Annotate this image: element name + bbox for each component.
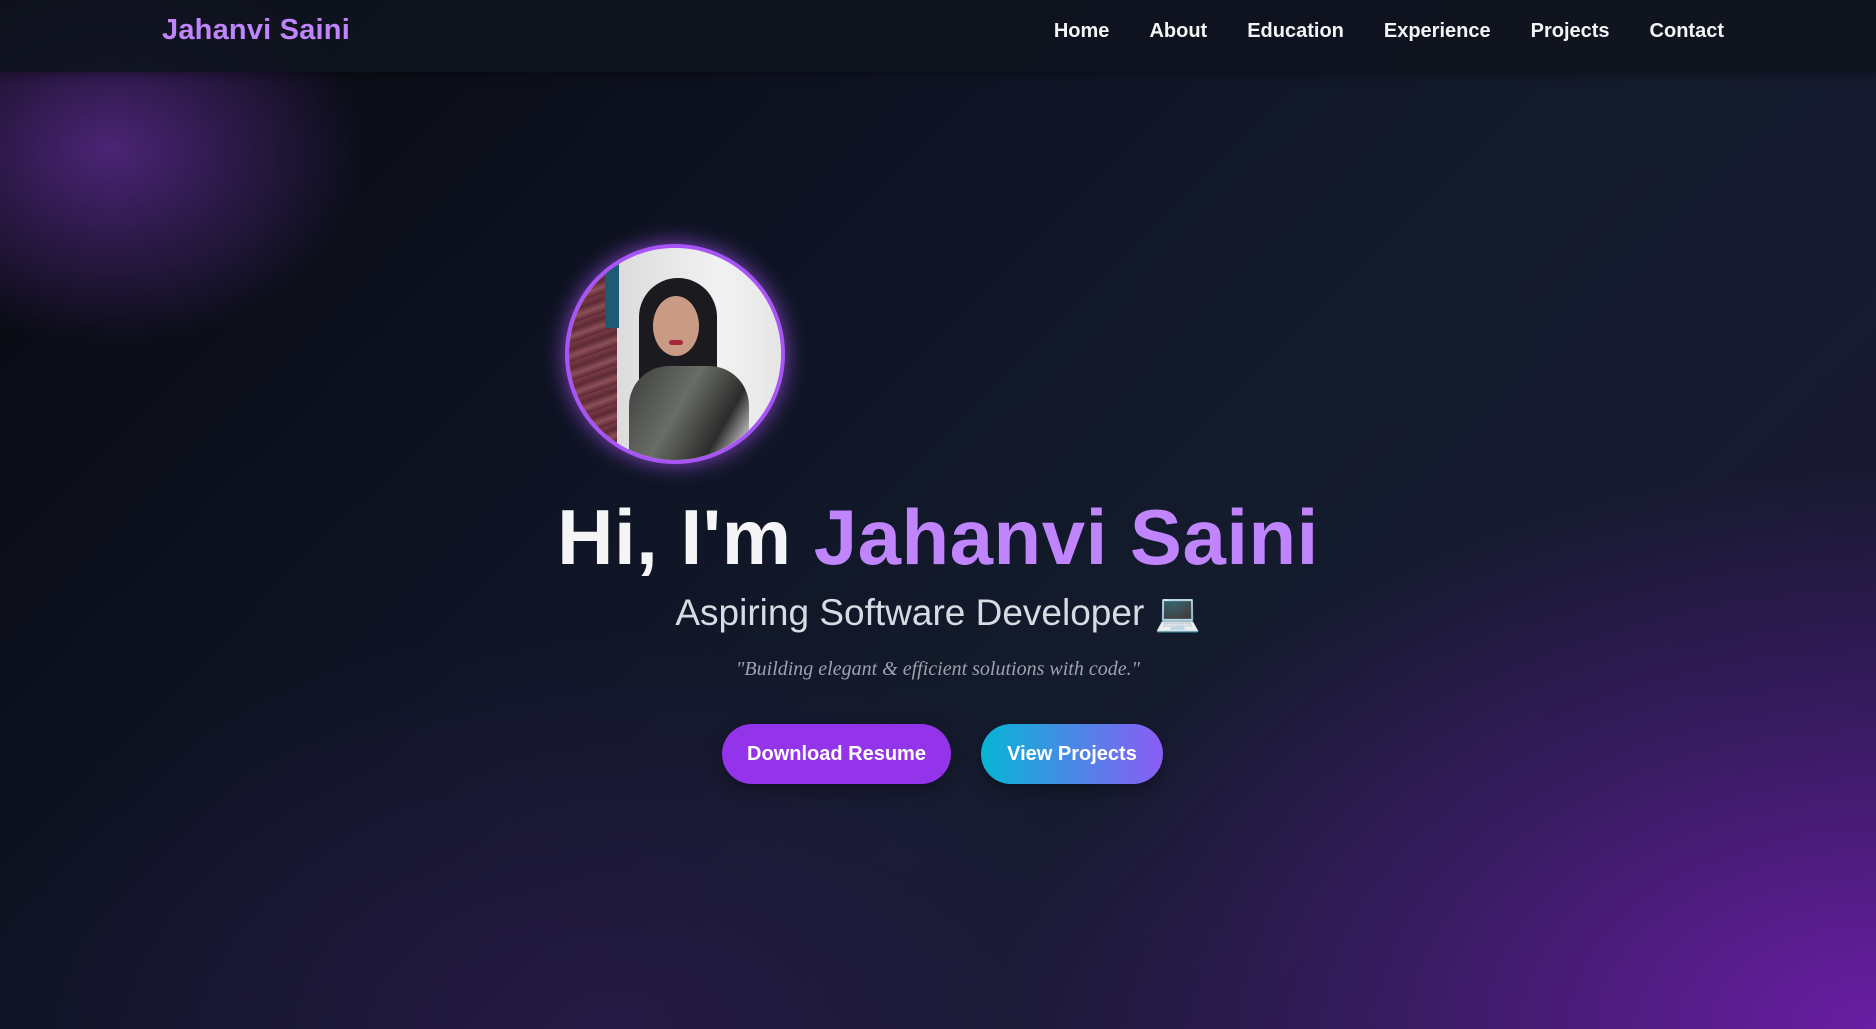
hero-section: Hi, I'm Jahanvi Saini Aspiring Software … (0, 0, 1876, 1029)
nav-item-education: Education (1247, 20, 1344, 43)
nav-links: Home About Education Experience Projects… (1054, 20, 1724, 43)
avatar-dress (629, 366, 749, 460)
avatar-curtain-accent (605, 258, 619, 328)
profile-avatar (565, 244, 785, 464)
avatar-lips (669, 340, 683, 345)
nav-item-contact: Contact (1650, 20, 1724, 43)
hero-headline: Hi, I'm Jahanvi Saini (0, 492, 1876, 582)
nav-item-about: About (1149, 20, 1207, 43)
navbar: Jahanvi Saini Home About Education Exper… (0, 0, 1876, 72)
hero-quote: "Building elegant & efficient solutions … (736, 658, 1140, 680)
nav-link-home[interactable]: Home (1054, 20, 1110, 42)
nav-link-contact[interactable]: Contact (1650, 20, 1724, 42)
avatar-face (653, 296, 699, 356)
nav-link-experience[interactable]: Experience (1384, 20, 1491, 42)
view-projects-button[interactable]: View Projects (981, 724, 1163, 784)
hero-name: Jahanvi Saini (813, 493, 1319, 581)
nav-item-projects: Projects (1531, 20, 1610, 43)
nav-link-projects[interactable]: Projects (1531, 20, 1610, 42)
nav-link-education[interactable]: Education (1247, 20, 1344, 42)
nav-item-experience: Experience (1384, 20, 1491, 43)
download-resume-button[interactable]: Download Resume (722, 724, 951, 784)
nav-item-home: Home (1054, 20, 1110, 43)
hero-subtitle: Aspiring Software Developer 💻 (675, 592, 1201, 633)
hero-greeting: Hi, I'm (557, 493, 814, 581)
nav-link-about[interactable]: About (1149, 20, 1207, 42)
brand-logo[interactable]: Jahanvi Saini (162, 14, 350, 47)
